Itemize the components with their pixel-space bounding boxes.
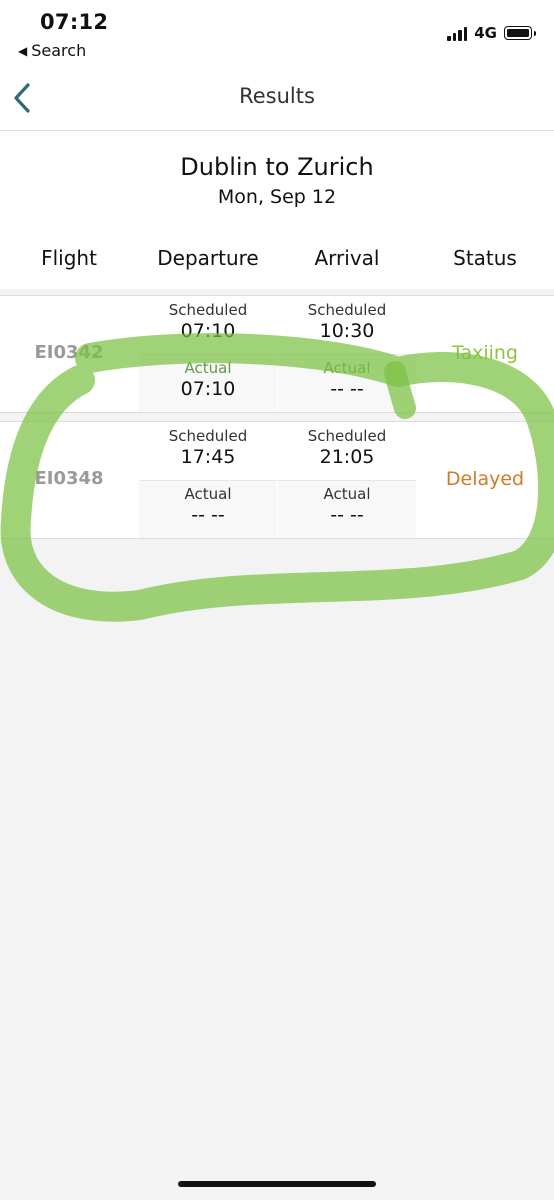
scheduled-label: Scheduled	[307, 427, 387, 445]
flight-number: EI0342	[34, 342, 104, 363]
network-type: 4G	[474, 24, 497, 42]
route-date: Mon, Sep 12	[217, 186, 337, 208]
status-bar-time: 07:12	[40, 10, 109, 34]
nav-divider	[0, 130, 554, 131]
back-to-app-label: Search	[31, 41, 87, 60]
actual-label: Actual	[184, 485, 232, 503]
actual-arrival-time: -- --	[330, 504, 364, 526]
actual-arrival-time: -- --	[330, 378, 364, 400]
actual-departure-time: 07:10	[180, 378, 236, 400]
page-title: Results	[239, 84, 315, 108]
scheduled-departure-time: 17:45	[180, 446, 236, 468]
actual-label: Actual	[184, 359, 232, 377]
flight-number: EI0348	[34, 468, 104, 489]
flight-status: Delayed	[445, 468, 525, 490]
scheduled-label: Scheduled	[168, 427, 248, 445]
home-indicator[interactable]	[178, 1181, 376, 1187]
scheduled-departure-time: 07:10	[180, 320, 236, 342]
route-title: Dublin to Zurich	[180, 153, 374, 181]
departure-cell: Scheduled 17:45 Actual -- --	[139, 422, 277, 538]
arrival-cell: Scheduled 10:30 Actual -- --	[278, 296, 416, 412]
actual-label: Actual	[323, 485, 371, 503]
back-to-app-link[interactable]: ◀ Search	[18, 41, 86, 60]
status-bar-indicators: 4G	[447, 24, 536, 42]
battery-icon	[504, 26, 536, 40]
actual-label: Actual	[323, 359, 371, 377]
scheduled-label: Scheduled	[307, 301, 387, 319]
column-header-flight: Flight	[41, 246, 97, 270]
column-header-status: Status	[453, 246, 517, 270]
back-triangle-icon: ◀	[18, 43, 28, 58]
column-header-departure: Departure	[157, 246, 259, 270]
actual-departure-time: -- --	[191, 504, 225, 526]
flight-row[interactable]: EI0348 Scheduled 17:45 Actual -- -- Sche…	[0, 421, 554, 539]
scheduled-label: Scheduled	[168, 301, 248, 319]
flight-row[interactable]: EI0342 Scheduled 07:10 Actual 07:10 Sche…	[0, 295, 554, 413]
scheduled-arrival-time: 21:05	[319, 446, 375, 468]
results-header-area: 07:12 ◀ Search 4G Results Dublin to Zuri…	[0, 0, 554, 289]
flight-status: Taxiing	[451, 342, 518, 364]
signal-strength-icon	[447, 26, 468, 41]
column-header-arrival: Arrival	[314, 246, 380, 270]
departure-cell: Scheduled 07:10 Actual 07:10	[139, 296, 277, 412]
arrival-cell: Scheduled 21:05 Actual -- --	[278, 422, 416, 538]
scheduled-arrival-time: 10:30	[319, 320, 375, 342]
